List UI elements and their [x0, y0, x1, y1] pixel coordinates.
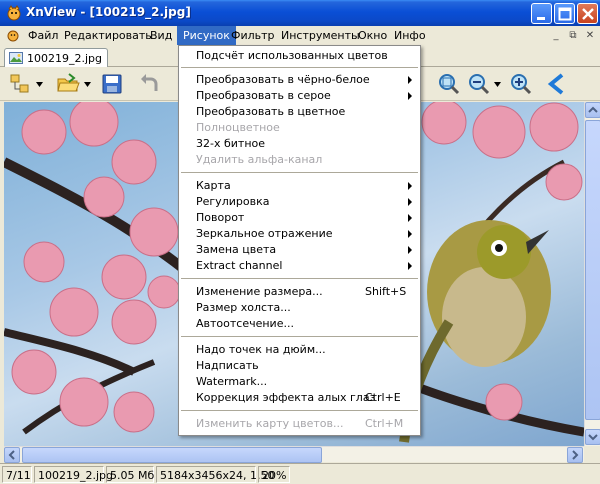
menu-item-convert-gray[interactable]: Преобразовать в серое: [181, 88, 418, 104]
scroll-up-button[interactable]: [585, 102, 600, 118]
minimize-icon: [537, 17, 545, 20]
horizontal-scroll-thumb[interactable]: [22, 447, 322, 463]
status-zoom: 20%: [258, 466, 290, 483]
menu-item-map[interactable]: Карта: [181, 178, 418, 194]
title-bar[interactable]: XnView - [100219_2.jpg]: [0, 0, 600, 26]
menu-item-count-colors[interactable]: Подсчёт использованных цветов: [181, 48, 418, 64]
open-folder-icon[interactable]: [56, 72, 80, 96]
status-filesize: 5.05 Мб: [106, 466, 154, 483]
submenu-arrow-icon: [408, 262, 412, 270]
menu-item-red-eye[interactable]: Коррекция эффекта алых глаз Ctrl+E: [181, 390, 418, 406]
submenu-arrow-icon: [408, 246, 412, 254]
menu-bar: Файл Редактировать Вид Рисунок Фильтр Ин…: [0, 26, 600, 45]
submenu-arrow-icon: [408, 230, 412, 238]
menu-item-canvas-size[interactable]: Размер холста...: [181, 300, 418, 316]
menu-item-set-dpi[interactable]: Надо точек на дюйм...: [181, 342, 418, 358]
mdi-minimize-icon[interactable]: _: [549, 29, 563, 42]
window-title: XnView - [100219_2.jpg]: [26, 5, 191, 19]
scroll-left-button[interactable]: [4, 447, 20, 463]
status-filename: 100219_2.jpg: [34, 466, 113, 483]
zoom-in-icon[interactable]: [509, 72, 533, 96]
chevron-left-icon: [8, 450, 15, 460]
chevron-down-icon[interactable]: [84, 82, 91, 87]
submenu-arrow-icon: [408, 214, 412, 222]
horizontal-scrollbar[interactable]: [4, 446, 584, 463]
previous-image-icon[interactable]: [545, 72, 569, 96]
menu-info[interactable]: Инфо: [388, 26, 432, 45]
chevron-up-icon: [588, 106, 598, 113]
menu-view[interactable]: Вид: [144, 26, 178, 45]
menu-item-extract-channel[interactable]: Extract channel: [181, 258, 418, 274]
menu-item-mirror[interactable]: Зеркальное отражение: [181, 226, 418, 242]
submenu-arrow-icon: [408, 76, 412, 84]
vertical-scrollbar[interactable]: [584, 102, 600, 446]
close-button[interactable]: [577, 3, 598, 24]
menu-separator: [181, 336, 418, 337]
menu-item-convert-color[interactable]: Преобразовать в цветное: [181, 104, 418, 120]
submenu-arrow-icon: [408, 92, 412, 100]
status-dimensions: 5184x3456x24, 1.50: [156, 466, 275, 483]
menu-separator: [181, 278, 418, 279]
image-file-icon: [9, 52, 23, 64]
menu-separator: [181, 67, 418, 68]
tab-label: 100219_2.jpg: [27, 52, 103, 65]
menu-item-replace-color[interactable]: Замена цвета: [181, 242, 418, 258]
menu-item-edit-colormap: Изменить карту цветов... Ctrl+M: [196, 417, 404, 430]
chevron-down-icon[interactable]: [494, 82, 501, 87]
menu-separator: [181, 410, 418, 411]
menu-item-rotate[interactable]: Поворот: [181, 210, 418, 226]
status-bar: 7/11 100219_2.jpg 5.05 Мб 5184x3456x24, …: [0, 463, 600, 484]
submenu-arrow-icon: [408, 198, 412, 206]
maximize-button[interactable]: [554, 3, 575, 24]
close-icon: [582, 8, 594, 20]
undo-icon[interactable]: [138, 72, 162, 96]
menu-item-32bit[interactable]: 32-х битное: [181, 136, 418, 152]
menu-item-adjust[interactable]: Регулировка: [181, 194, 418, 210]
minimize-button[interactable]: [531, 3, 552, 24]
tab-document[interactable]: 100219_2.jpg: [4, 48, 108, 68]
menu-item-resize[interactable]: Изменение размера... Shift+S: [181, 284, 418, 300]
maximize-icon: [558, 7, 572, 21]
chevron-right-icon: [572, 450, 579, 460]
menu-edit[interactable]: Редактировать: [58, 26, 158, 45]
scroll-right-button[interactable]: [567, 447, 583, 463]
menu-item-remove-alpha: Удалить альфа-канал: [196, 153, 323, 166]
menu-item-convert-bw[interactable]: Преобразовать в чёрно-белое: [181, 72, 418, 88]
save-icon[interactable]: [100, 72, 124, 96]
submenu-arrow-icon: [408, 182, 412, 190]
mdi-close-icon[interactable]: ✕: [583, 29, 597, 42]
chevron-down-icon[interactable]: [36, 82, 43, 87]
zoom-fit-icon[interactable]: [437, 72, 461, 96]
menu-item-watermark[interactable]: Watermark...: [181, 374, 418, 390]
menu-item-truecolor: Полноцветное: [196, 121, 280, 134]
vertical-scroll-thumb[interactable]: [585, 120, 600, 420]
menu-filter[interactable]: Фильтр: [225, 26, 281, 45]
document-system-icon[interactable]: [6, 28, 20, 42]
mdi-restore-icon[interactable]: ⧉: [566, 29, 580, 42]
menu-item-add-text[interactable]: Надписать: [181, 358, 418, 374]
status-image-index: 7/11: [2, 466, 32, 483]
menu-item-autocrop[interactable]: Автоотсечение...: [181, 316, 418, 332]
chevron-down-icon: [588, 434, 598, 441]
zoom-out-icon[interactable]: [467, 72, 491, 96]
scroll-down-button[interactable]: [585, 429, 600, 445]
image-menu-dropdown: Подсчёт использованных цветов Преобразов…: [178, 45, 421, 436]
browser-tree-icon[interactable]: [8, 72, 32, 96]
xnview-app-icon[interactable]: [6, 5, 22, 21]
menu-separator: [181, 172, 418, 173]
